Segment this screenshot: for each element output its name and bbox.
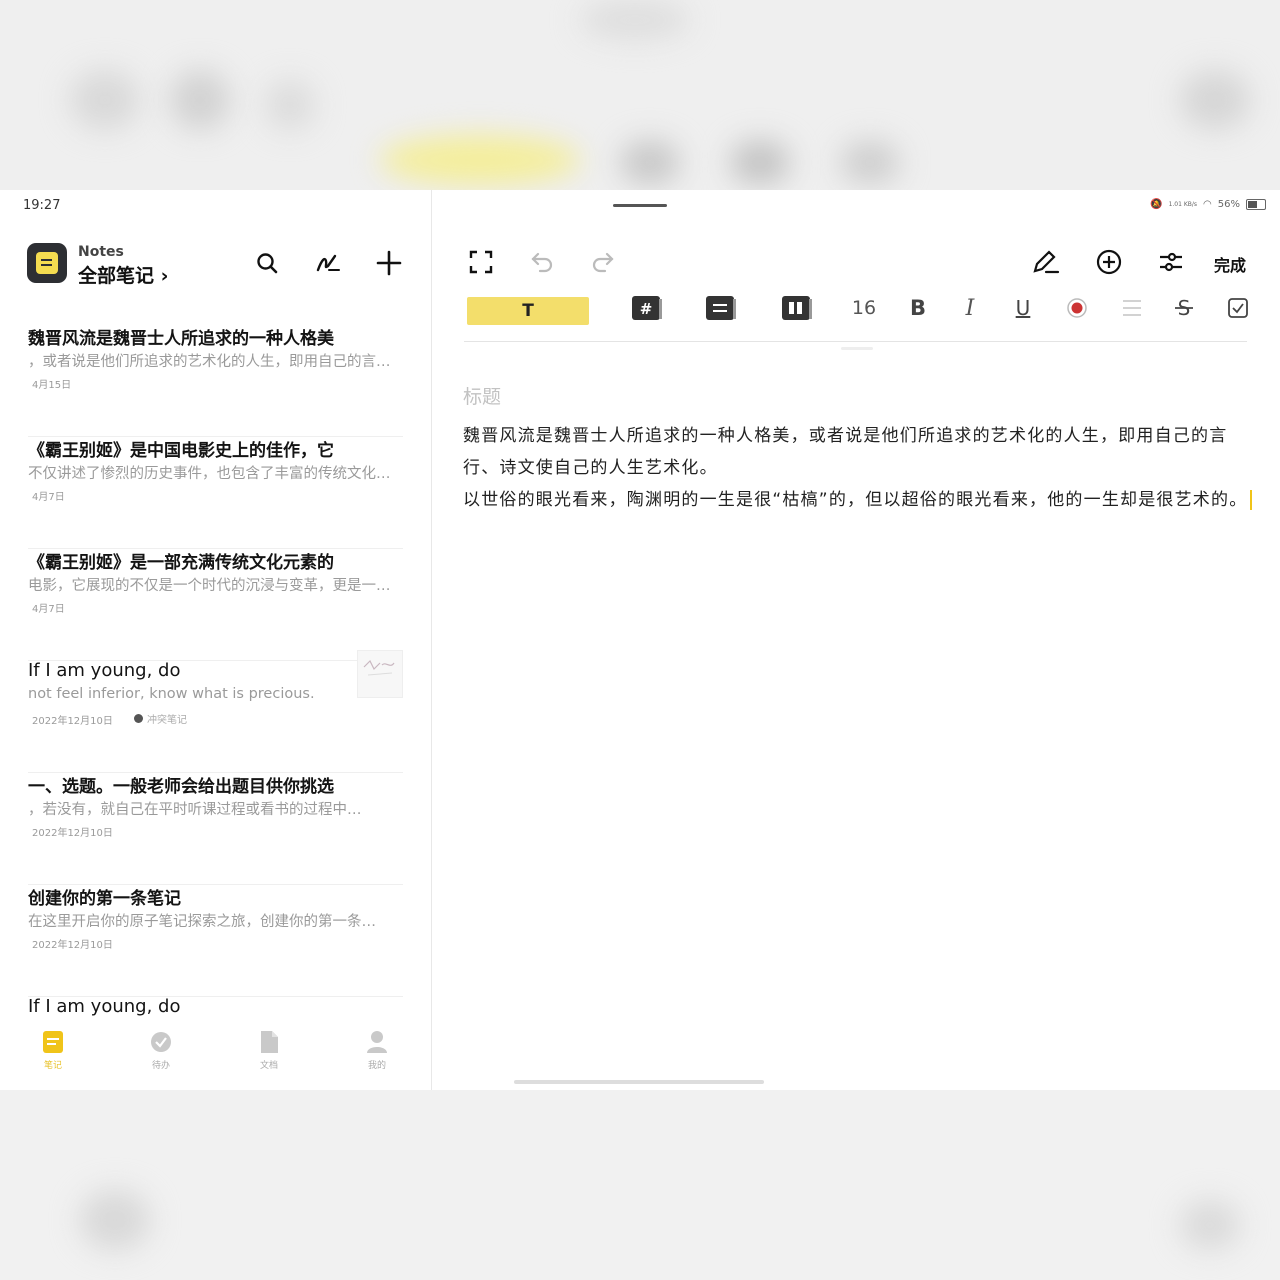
note-date: 4月7日 bbox=[32, 604, 65, 615]
note-preview: not feel inferior, know what is precious… bbox=[28, 686, 315, 702]
list-block-icon[interactable] bbox=[704, 293, 738, 323]
notes-list-pane: Notes 全部笔记 › 魏晋风流是魏晋士人所追求的一种人格美 ，或者说是他们所… bbox=[0, 190, 432, 1090]
note-date: 2022年12月10日 bbox=[32, 716, 113, 727]
text-style-button[interactable]: T bbox=[467, 297, 589, 325]
bottom-tab-bar: 笔记 待办 文档 我的 bbox=[0, 1016, 431, 1090]
note-title: If I am young, do bbox=[28, 996, 181, 1017]
undo-icon[interactable] bbox=[527, 247, 557, 277]
note-title: 一、选题。一般老师会给出题目供你挑选 bbox=[28, 777, 334, 797]
note-date: 2022年12月10日 bbox=[32, 940, 113, 951]
folder-selector[interactable]: 全部笔记 › bbox=[78, 261, 168, 288]
text-color-icon[interactable] bbox=[1063, 293, 1091, 323]
redo-icon[interactable] bbox=[588, 247, 618, 277]
app-name: Notes bbox=[78, 244, 124, 260]
handwriting-icon[interactable] bbox=[314, 249, 342, 277]
svg-text:#: # bbox=[640, 300, 653, 318]
search-icon[interactable] bbox=[253, 249, 281, 277]
user-icon bbox=[366, 1030, 388, 1054]
tab-todo[interactable]: 待办 bbox=[134, 1030, 188, 1071]
note-preview: ，或者说是他们所追求的艺术化的人生，即用自己的言行… bbox=[28, 354, 398, 370]
note-title: 创建你的第一条笔记 bbox=[28, 889, 181, 909]
note-icon bbox=[42, 1030, 64, 1054]
note-thumbnail bbox=[357, 650, 403, 698]
blurred-background-bottom bbox=[0, 1090, 1280, 1280]
add-note-icon[interactable] bbox=[375, 249, 403, 277]
home-indicator[interactable] bbox=[514, 1080, 764, 1084]
tab-notes[interactable]: 笔记 bbox=[26, 1030, 80, 1071]
strikethrough-icon[interactable]: S bbox=[1170, 293, 1198, 323]
bold-icon[interactable]: B bbox=[904, 293, 932, 323]
blurred-background-top bbox=[0, 0, 1280, 190]
note-date: 2022年12月10日 bbox=[32, 828, 113, 839]
note-preview: 不仅讲述了惨烈的历史事件，也包含了丰富的传统文化… bbox=[28, 466, 391, 482]
underline-icon[interactable]: U bbox=[1009, 293, 1037, 323]
toolbar-collapse-handle[interactable] bbox=[841, 347, 873, 350]
text-cursor bbox=[1250, 490, 1253, 510]
settings-sliders-icon[interactable] bbox=[1156, 247, 1186, 277]
align-icon[interactable] bbox=[1118, 293, 1146, 323]
toolbar-divider bbox=[464, 341, 1247, 342]
tab-docs[interactable]: 文档 bbox=[242, 1030, 296, 1071]
done-button[interactable]: 完成 bbox=[1214, 252, 1246, 276]
body-paragraph: 魏晋风流是魏晋士人所追求的一种人格美，或者说是他们所追求的艺术化的人生，即用自己… bbox=[463, 426, 1228, 478]
fullscreen-icon[interactable] bbox=[466, 247, 496, 277]
list-item[interactable]: 一、选题。一般老师会给出题目供你挑选 ，若没有，就自己在平时听课过程或看书的过程… bbox=[28, 772, 403, 885]
note-title: If I am young, do bbox=[28, 660, 181, 681]
conflict-tag: 冲突笔记 bbox=[134, 711, 187, 726]
heading-icon[interactable]: # bbox=[630, 293, 664, 323]
list-item[interactable]: 《霸王别姬》是一部充满传统文化元素的 电影，它展现的不仅是一个时代的沉浸与变革，… bbox=[28, 548, 403, 661]
note-title: 《霸王别姬》是一部充满传统文化元素的 bbox=[28, 553, 334, 573]
body-paragraph: 以世俗的眼光看来，陶渊明的一生是很“枯槁”的，但以超俗的眼光看来，他的一生却是很… bbox=[463, 484, 1253, 516]
list-item[interactable]: 创建你的第一条笔记 在这里开启你的原子笔记探索之旅，创建你的第一条… 2022年… bbox=[28, 884, 403, 997]
note-preview: 在这里开启你的原子笔记探索之旅，创建你的第一条… bbox=[28, 914, 376, 930]
note-title-placeholder[interactable]: 标题 bbox=[463, 382, 501, 409]
list-item[interactable]: 魏晋风流是魏晋士人所追求的一种人格美 ，或者说是他们所追求的艺术化的人生，即用自… bbox=[28, 324, 403, 437]
checkbox-icon[interactable] bbox=[1224, 293, 1252, 323]
insert-icon[interactable] bbox=[1094, 247, 1124, 277]
device-screen: 19:27 🔕 1.01 KB/s ◠ 56% Notes 全部笔记 › 魏晋风… bbox=[0, 190, 1280, 1091]
tab-profile[interactable]: 我的 bbox=[350, 1030, 404, 1071]
note-preview: 电影，它展现的不仅是一个时代的沉浸与变革，更是一种… bbox=[28, 578, 398, 594]
list-item[interactable]: If I am young, do not feel inferior, kno… bbox=[28, 650, 403, 773]
editor-pane: 完成 T # 16 B I U S 标题 魏晋风流是魏晋士人所追求的一种人格美，… bbox=[432, 190, 1280, 1090]
check-circle-icon bbox=[150, 1030, 172, 1054]
note-date: 4月7日 bbox=[32, 492, 65, 503]
italic-icon[interactable]: I bbox=[956, 293, 984, 323]
font-size-button[interactable]: 16 bbox=[850, 293, 878, 323]
app-logo bbox=[27, 243, 67, 283]
note-title: 《霸王别姬》是中国电影史上的佳作，它 bbox=[28, 441, 334, 461]
note-date: 4月15日 bbox=[32, 380, 72, 391]
note-body-editor[interactable]: 魏晋风流是魏晋士人所追求的一种人格美，或者说是他们所追求的艺术化的人生，即用自己… bbox=[463, 420, 1253, 516]
info-icon bbox=[134, 714, 143, 723]
note-preview: ，若没有，就自己在平时听课过程或看书的过程中… bbox=[28, 802, 362, 818]
document-icon bbox=[258, 1030, 280, 1054]
pen-icon[interactable] bbox=[1031, 247, 1061, 277]
list-item[interactable]: 《霸王别姬》是中国电影史上的佳作，它 不仅讲述了惨烈的历史事件，也包含了丰富的传… bbox=[28, 436, 403, 549]
columns-block-icon[interactable] bbox=[780, 293, 814, 323]
note-title: 魏晋风流是魏晋士人所追求的一种人格美 bbox=[28, 329, 334, 349]
